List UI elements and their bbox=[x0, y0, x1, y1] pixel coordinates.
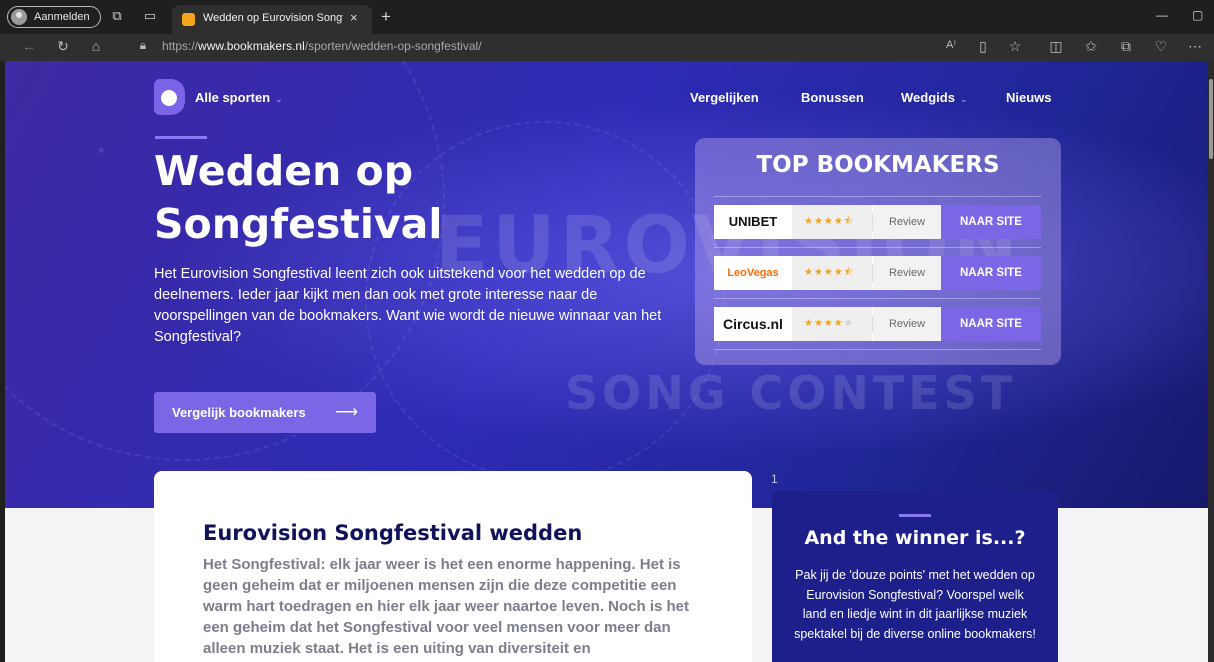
nav-all-sports[interactable]: Alle sporten ⌄ bbox=[195, 90, 283, 105]
review-link[interactable]: Review bbox=[873, 307, 941, 341]
home-icon[interactable]: ⌂ bbox=[87, 38, 105, 54]
site-info-icon[interactable]: 🔒︎ bbox=[134, 38, 152, 53]
stars-off: ★ bbox=[843, 318, 854, 329]
stars-on: ★★★★⯪ bbox=[804, 216, 855, 227]
nav-all-sports-label: Alle sporten bbox=[195, 90, 271, 105]
browser-tab-bar: Aanmelden ⧉ ▭ Wedden op Eurovision Songf… bbox=[0, 0, 1214, 34]
hero-bg-text: SONG CONTEST bbox=[565, 366, 1017, 420]
workspaces-icon[interactable]: ⧉ bbox=[108, 8, 126, 26]
bookmaker-row: UNIBET ★★★★⯪ Review NAAR SITE bbox=[714, 205, 1041, 239]
more-menu-icon[interactable]: ⋯ bbox=[1186, 38, 1204, 55]
url-prefix: https:// bbox=[162, 39, 199, 53]
top-bookmakers-title: TOP BOOKMAKERS bbox=[756, 152, 1000, 178]
nav-betting-guide-label: Wedgids bbox=[901, 90, 955, 105]
split-screen-icon[interactable]: ◫ bbox=[1047, 38, 1065, 55]
url-path: /sporten/wedden-op-songfestival/ bbox=[304, 39, 482, 53]
bookmaker-row: LeoVegas ★★★★⯪ Review NAAR SITE bbox=[714, 256, 1041, 290]
maximize-icon[interactable]: ▢ bbox=[1192, 8, 1203, 22]
page-title: Wedden op Songfestival bbox=[154, 147, 443, 248]
favorites-icon[interactable]: ✩ bbox=[1082, 38, 1100, 55]
rating-stars: ★★★★⯪ bbox=[792, 256, 872, 290]
hero-intro-text: Het Eurovision Songfestival leent zich o… bbox=[154, 266, 662, 345]
address-bar: ← ↻ ⌂ 🔒︎ https://www.bookmakers.nl/sport… bbox=[0, 34, 1214, 61]
scrollbar-thumb[interactable] bbox=[1209, 79, 1213, 159]
circus-logo[interactable]: Circus.nl bbox=[714, 307, 792, 341]
cta-label: Vergelijk bookmakers bbox=[172, 405, 306, 420]
nav-betting-guide[interactable]: Wedgids ⌄ bbox=[901, 90, 967, 105]
title-accent-bar bbox=[155, 136, 207, 139]
bookmakers-logo[interactable] bbox=[154, 79, 185, 115]
leovegas-logo[interactable]: LeoVegas bbox=[714, 256, 792, 290]
article-heading: Eurovision Songfestival wedden bbox=[203, 521, 583, 545]
article-card: Eurovision Songfestival wedden Het Songf… bbox=[154, 471, 752, 662]
unibet-logo[interactable]: UNIBET bbox=[714, 205, 792, 239]
stars-on: ★★★★⯪ bbox=[804, 267, 855, 278]
new-tab-icon[interactable]: + bbox=[381, 7, 391, 27]
page-number: 1 bbox=[771, 472, 778, 486]
stars-on: ★★★★ bbox=[804, 318, 844, 329]
immersive-reader-icon[interactable]: ▯ bbox=[974, 38, 992, 55]
web-page: EUROVISION SONG CONTEST Alle sporten ⌄ Ve… bbox=[5, 61, 1208, 662]
naar-site-button[interactable]: NAAR SITE bbox=[941, 205, 1041, 239]
favorite-star-icon[interactable]: ☆ bbox=[1006, 38, 1024, 55]
review-link[interactable]: Review bbox=[873, 256, 941, 290]
compare-bookmakers-button[interactable]: Vergelijk bookmakers ⟶ bbox=[154, 392, 376, 433]
winner-text: Pak jij de 'douze points' met het wedden… bbox=[794, 568, 1036, 641]
tab-title: Wedden op Eurovision Songfestival bbox=[203, 12, 343, 24]
active-tab[interactable]: Wedden op Eurovision Songfestival × bbox=[172, 5, 372, 34]
refresh-icon[interactable]: ↻ bbox=[54, 38, 72, 55]
naar-site-button[interactable]: NAAR SITE bbox=[941, 307, 1041, 341]
page-scrollbar[interactable] bbox=[1208, 61, 1214, 662]
nav-bonuses[interactable]: Bonussen bbox=[801, 90, 864, 105]
divider bbox=[714, 247, 1041, 248]
divider bbox=[714, 349, 1041, 350]
tab-close-icon[interactable]: × bbox=[350, 10, 358, 25]
profile-button[interactable]: Aanmelden bbox=[7, 6, 101, 28]
browser-essentials-icon[interactable]: ♡ bbox=[1152, 38, 1170, 55]
article-body: Het Songfestival: elk jaar weer is het e… bbox=[203, 556, 690, 657]
divider bbox=[714, 298, 1041, 299]
nav-compare[interactable]: Vergelijken bbox=[690, 90, 759, 105]
rating-stars: ★★★★⯪ bbox=[792, 205, 872, 239]
chevron-down-icon: ⌄ bbox=[959, 94, 968, 104]
minimize-icon[interactable]: — bbox=[1156, 8, 1168, 22]
review-link[interactable]: Review bbox=[873, 205, 941, 239]
nav-news[interactable]: Nieuws bbox=[1006, 90, 1052, 105]
collections-icon[interactable]: ⧉ bbox=[1117, 38, 1135, 55]
back-icon[interactable]: ← bbox=[20, 38, 38, 54]
rating-stars: ★★★★★ bbox=[792, 307, 872, 341]
winner-box: And the winner is...? Pak jij de 'douze … bbox=[772, 491, 1058, 662]
bookmakers-favicon-icon bbox=[182, 13, 195, 26]
arrow-right-icon: ⟶ bbox=[335, 404, 358, 421]
naar-site-button[interactable]: NAAR SITE bbox=[941, 256, 1041, 290]
divider bbox=[714, 196, 1041, 197]
bookmaker-row: Circus.nl ★★★★★ Review NAAR SITE bbox=[714, 307, 1041, 341]
accent-bar bbox=[899, 514, 931, 517]
tab-actions-icon[interactable]: ▭ bbox=[141, 8, 159, 26]
avatar-icon bbox=[11, 9, 27, 25]
url-field[interactable]: https://www.bookmakers.nl/sporten/wedden… bbox=[162, 39, 482, 53]
read-aloud-icon[interactable]: A⁾ bbox=[942, 38, 960, 51]
chevron-down-icon: ⌄ bbox=[275, 94, 283, 104]
profile-label: Aanmelden bbox=[34, 11, 90, 23]
winner-title: And the winner is...? bbox=[804, 527, 1026, 549]
top-bookmakers-card: TOP BOOKMAKERS UNIBET ★★★★⯪ Review NAAR … bbox=[695, 138, 1061, 365]
url-domain: www.bookmakers.nl bbox=[198, 39, 305, 53]
